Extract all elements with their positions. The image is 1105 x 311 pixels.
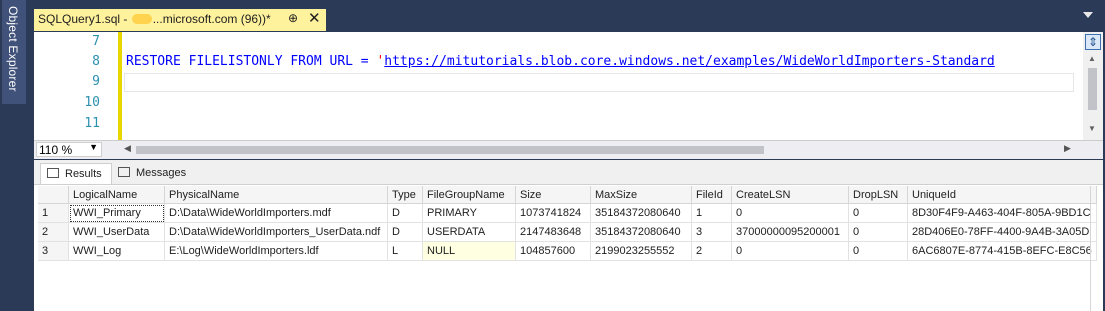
column-header[interactable]: UniqueId xyxy=(907,186,1097,204)
cell-createlsn[interactable]: 37000000095200001 xyxy=(731,222,849,242)
column-header[interactable]: PhysicalName xyxy=(164,186,388,204)
line-number-gutter: 7 8 9 10 11 xyxy=(34,32,120,140)
cell-maxsize[interactable]: 35184372080640 xyxy=(590,203,692,223)
cell-uniqueid[interactable]: 8D30F4F9-A463-404F-805A-9BD1C xyxy=(907,203,1097,223)
side-panel: Object Explorer xyxy=(0,0,28,311)
cell-fileid[interactable]: 2 xyxy=(691,241,732,261)
line-number: 10 xyxy=(84,95,100,110)
results-pane: Results Messages LogicalName PhysicalNam… xyxy=(34,160,1103,311)
cell-logicalname[interactable]: WWI_UserData xyxy=(68,222,165,242)
scroll-down-icon[interactable]: ▼ xyxy=(1088,124,1096,133)
cell-physicalname[interactable]: E:\Log\WideWorldImporters.ldf xyxy=(164,241,388,261)
close-icon[interactable]: ✕ xyxy=(308,9,321,27)
column-header[interactable]: Size xyxy=(515,186,591,204)
results-tabstrip: Results Messages xyxy=(34,160,1103,185)
cell-type[interactable]: D xyxy=(387,203,423,223)
cell-uniqueid[interactable]: 6AC6807E-8774-415B-8EFC-E8C56 xyxy=(907,241,1097,261)
table-row[interactable]: 3 WWI_Log E:\Log\WideWorldImporters.ldf … xyxy=(38,241,1097,261)
column-header[interactable]: FileGroupName xyxy=(422,186,516,204)
column-header[interactable]: FileId xyxy=(691,186,732,204)
cell-physicalname[interactable]: D:\Data\WideWorldImporters_UserData.ndf xyxy=(164,222,388,242)
grid-right-divider xyxy=(1090,186,1091,311)
cell-droplsn[interactable]: 0 xyxy=(848,241,908,261)
tab-list-dropdown-icon[interactable] xyxy=(1083,12,1093,18)
cell-droplsn[interactable]: 0 xyxy=(848,203,908,223)
cell-fileid[interactable]: 1 xyxy=(691,203,732,223)
cell-uniqueid[interactable]: 28D406E0-78FF-4400-9A4B-3A05D xyxy=(907,222,1097,242)
horizontal-scroll-thumb[interactable] xyxy=(136,146,764,154)
code-url-link[interactable]: https://mitutorials.blob.core.windows.ne… xyxy=(384,54,994,69)
tab-messages[interactable]: Messages xyxy=(112,163,196,183)
column-header[interactable] xyxy=(38,186,69,204)
pin-icon[interactable]: ⊕ xyxy=(288,11,298,25)
cell-logicalname[interactable]: WWI_Log xyxy=(68,241,165,261)
row-number[interactable]: 1 xyxy=(38,203,69,223)
scroll-left-icon[interactable]: ◀ xyxy=(124,143,131,154)
cell-physicalname[interactable]: D:\Data\WideWorldImporters.mdf xyxy=(164,203,388,223)
column-header[interactable]: DropLSN xyxy=(848,186,908,204)
column-header[interactable]: CreateLSN xyxy=(731,186,849,204)
cell-size[interactable]: 2147483648 xyxy=(515,222,591,242)
cell-createlsn[interactable]: 0 xyxy=(731,203,849,223)
object-explorer-tab[interactable]: Object Explorer xyxy=(2,0,26,104)
query-tab-title: SQLQuery1.sql - ...microsoft.com (96))* xyxy=(38,12,271,26)
tab-results[interactable]: Results xyxy=(40,163,112,184)
zoom-value: 110 % xyxy=(39,143,73,157)
results-grid[interactable]: LogicalName PhysicalName Type FileGroupN… xyxy=(38,186,1097,261)
split-editor-icon[interactable]: ⇕ xyxy=(1085,34,1101,50)
column-header[interactable]: LogicalName xyxy=(68,186,165,204)
cell-filegroupname[interactable]: USERDATA xyxy=(422,222,516,242)
cell-type[interactable]: L xyxy=(387,241,423,261)
cell-maxsize[interactable]: 2199023255552 xyxy=(590,241,692,261)
zoom-dropdown[interactable]: 110 % ▼ xyxy=(36,142,102,157)
code-line-8[interactable]: RESTORE FILELISTONLY FROM URL = 'https:/… xyxy=(126,54,1076,69)
cell-fileid[interactable]: 3 xyxy=(691,222,732,242)
redacted-server-name xyxy=(131,14,152,24)
chevron-down-icon: ▼ xyxy=(89,142,98,152)
cell-filegroupname[interactable]: NULL xyxy=(422,241,516,261)
cell-logicalname[interactable]: WWI_Primary xyxy=(68,203,165,223)
cell-droplsn[interactable]: 0 xyxy=(848,222,908,242)
row-number[interactable]: 3 xyxy=(38,241,69,261)
zoom-and-scroll-bar: 110 % ▼ ◀ ▶ xyxy=(34,140,1103,159)
grid-icon xyxy=(47,168,59,178)
editor-vertical-scrollbar[interactable]: ⇕ ▲ ▼ xyxy=(1083,32,1103,140)
query-editor[interactable]: 7 8 9 10 11 RESTORE FILELISTONLY FROM UR… xyxy=(34,32,1103,140)
line-number: 11 xyxy=(84,116,100,131)
cell-size[interactable]: 1073741824 xyxy=(515,203,591,223)
scroll-up-icon[interactable]: ▲ xyxy=(1088,54,1096,63)
document-tabstrip: SQLQuery1.sql - ...microsoft.com (96))* … xyxy=(28,0,1105,32)
grid-header-row: LogicalName PhysicalName Type FileGroupN… xyxy=(38,186,1097,204)
line-number: 7 xyxy=(92,34,100,49)
cell-filegroupname[interactable]: PRIMARY xyxy=(422,203,516,223)
line-number: 8 xyxy=(92,54,100,69)
current-line-highlight xyxy=(124,73,1074,92)
table-row[interactable]: 1 WWI_Primary D:\Data\WideWorldImporters… xyxy=(38,203,1097,223)
cell-createlsn[interactable]: 0 xyxy=(731,241,849,261)
cell-type[interactable]: D xyxy=(387,222,423,242)
change-tracking-bar xyxy=(118,32,122,140)
object-explorer-label: Object Explorer xyxy=(6,6,20,92)
table-row[interactable]: 2 WWI_UserData D:\Data\WideWorldImporter… xyxy=(38,222,1097,242)
line-number: 9 xyxy=(92,74,100,89)
row-number[interactable]: 2 xyxy=(38,222,69,242)
messages-icon xyxy=(118,167,130,177)
cell-maxsize[interactable]: 35184372080640 xyxy=(590,222,692,242)
query-tab[interactable]: SQLQuery1.sql - ...microsoft.com (96))* … xyxy=(34,9,326,31)
scroll-right-icon[interactable]: ▶ xyxy=(1064,143,1071,154)
vertical-scroll-thumb[interactable] xyxy=(1088,68,1097,110)
cell-size[interactable]: 104857600 xyxy=(515,241,591,261)
column-header[interactable]: MaxSize xyxy=(590,186,692,204)
column-header[interactable]: Type xyxy=(387,186,423,204)
